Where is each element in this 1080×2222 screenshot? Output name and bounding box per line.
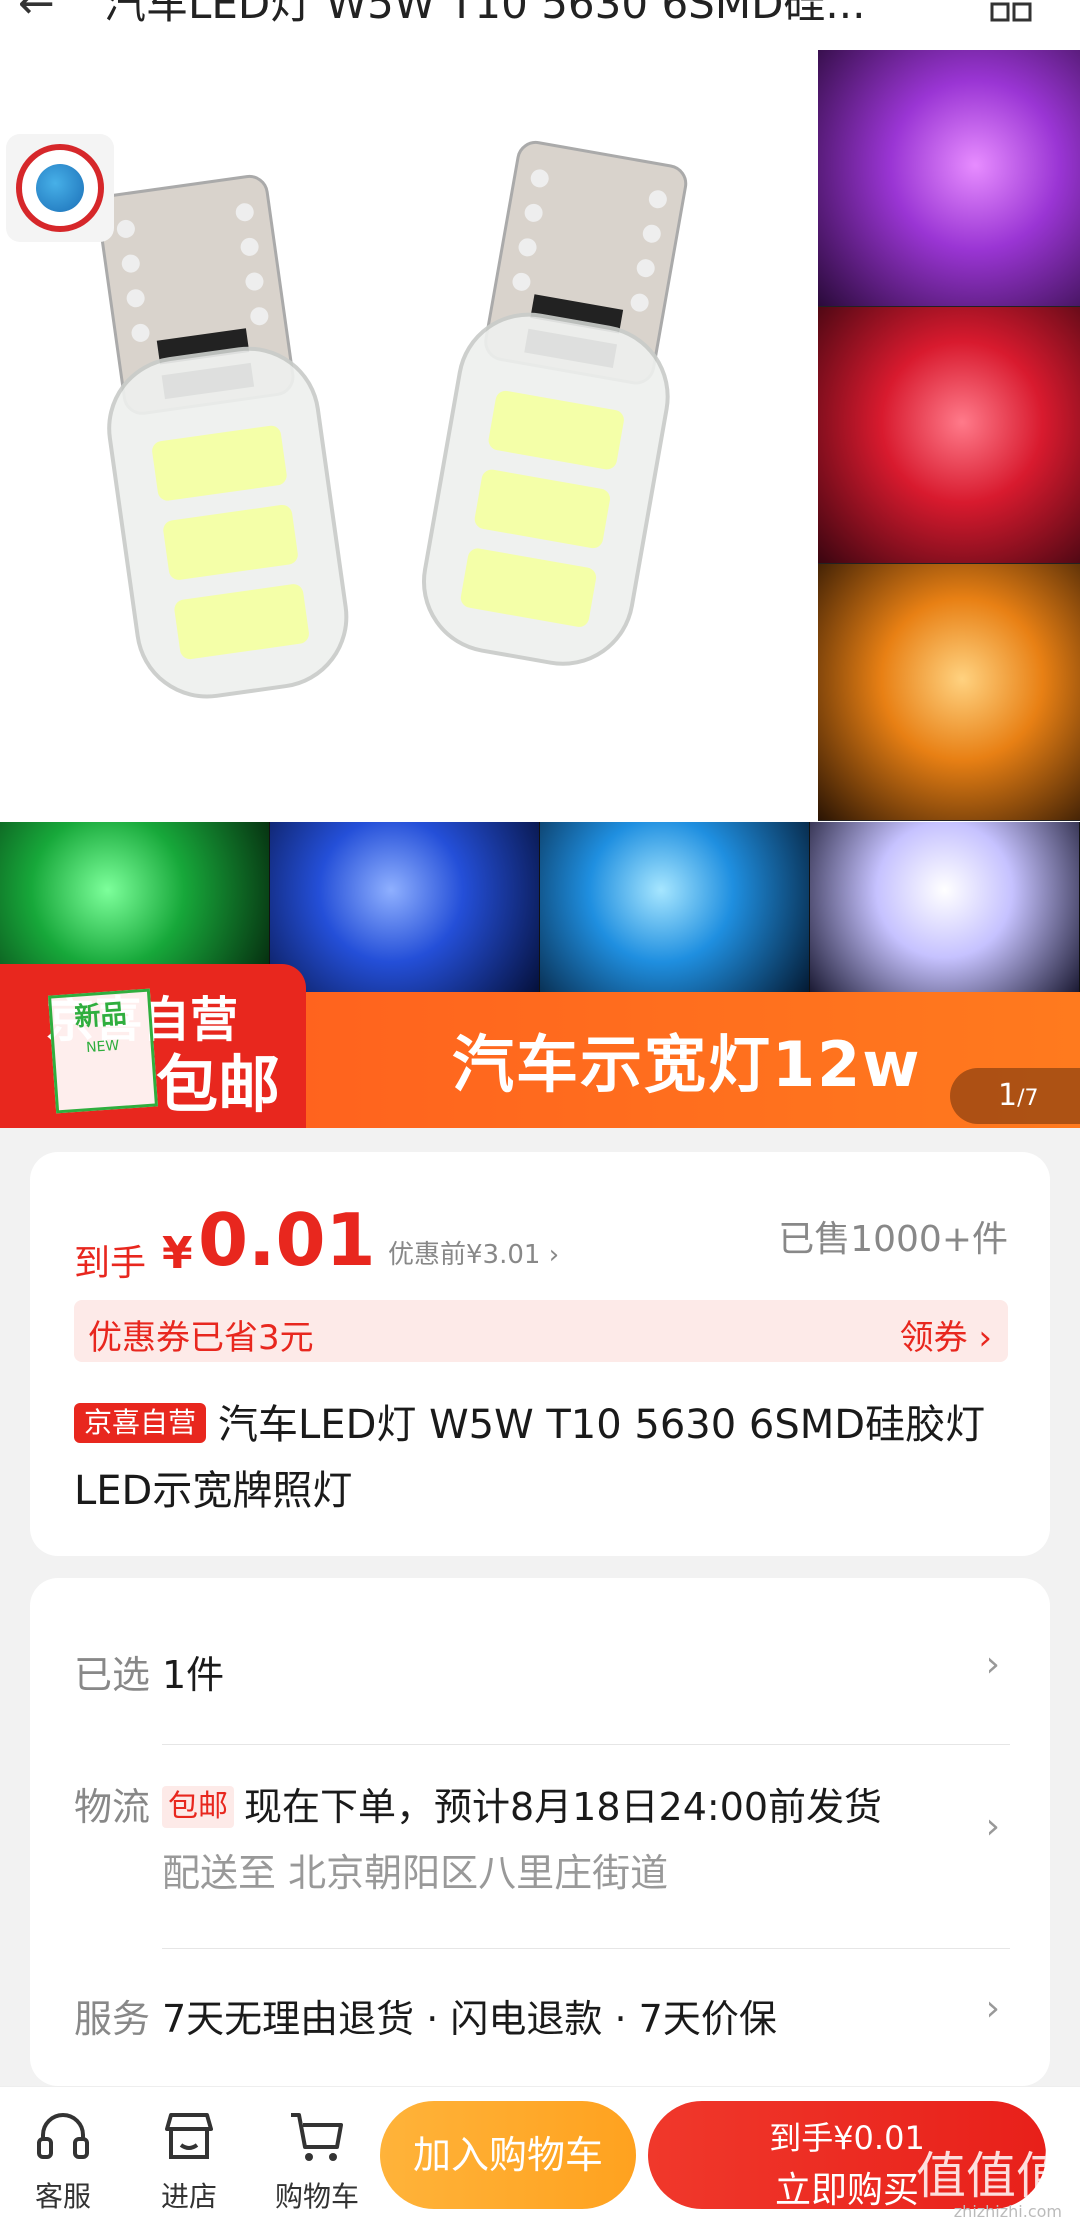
- divider: [162, 1948, 1010, 1949]
- banner-caption: 汽车示宽灯12w: [452, 1028, 922, 1101]
- product-title-text: 汽车LED灯 W5W T10 5630 6SMD硅胶灯LED示宽牌照灯: [74, 1402, 986, 1514]
- currency-symbol: ¥: [162, 1228, 193, 1279]
- customer-service-label: 客服: [34, 2180, 91, 2213]
- store-button[interactable]: 进店: [134, 2105, 244, 2215]
- shipping-label: 物流: [74, 1785, 151, 1829]
- free-shipping-tag: 包邮: [162, 1786, 234, 1828]
- price-card: 到手 ¥ 0.01 优惠前¥3.01 › 已售1000+件 优惠券已省3元 领券…: [30, 1152, 1050, 1556]
- product-image-gallery[interactable]: 京喜自营 包邮 新品 NEW 汽车示宽灯12w 1/7: [0, 50, 1080, 1128]
- red-variant-image: [818, 307, 1080, 564]
- counter-current: 1: [998, 1078, 1018, 1113]
- led-bulbs-image: [97, 140, 688, 699]
- main-product-image: [0, 50, 818, 822]
- customer-service-button[interactable]: 客服: [8, 2105, 118, 2215]
- purple-variant-image: [818, 50, 1080, 307]
- headset-icon: [37, 2113, 89, 2159]
- self-operated-badge: 京喜自营: [74, 1403, 207, 1443]
- chevron-right-icon[interactable]: ›: [986, 1988, 1000, 2029]
- blue-variant-image: [270, 822, 540, 992]
- product-title: 京喜自营 汽车LED灯 W5W T10 5630 6SMD硅胶灯LED示宽牌照灯: [74, 1392, 1024, 1524]
- header-title: 汽车LED灯 W5W T10 5630 6SMD硅...: [104, 0, 866, 28]
- top-header: ← 汽车LED灯 W5W T10 5630 6SMD硅...: [0, 0, 1080, 50]
- chevron-right-icon[interactable]: ›: [986, 1806, 1000, 1847]
- product-page: ← 汽车LED灯 W5W T10 5630 6SMD硅... 包邮 新品 NEW…: [0, 0, 1080, 2222]
- site-watermark: 值值值: [916, 2147, 1066, 2205]
- store-label: 进店: [160, 2180, 217, 2213]
- add-to-cart-button[interactable]: 加入购物车: [380, 2101, 636, 2209]
- store-logo: [6, 134, 114, 242]
- spec-card: 已选 1件 › 物流 包邮 现在下单，预计8月18日24:00前发货 配送至 北京…: [30, 1578, 1050, 2086]
- white-variant-image: [810, 822, 1080, 992]
- delivery-address: 配送至 北京朝阳区八里庄街道: [162, 1851, 669, 1895]
- store-icon: [165, 2113, 213, 2159]
- cart-label: 购物车: [274, 2180, 359, 2213]
- color-variant-column: [818, 50, 1080, 822]
- shopping-cart-icon: [291, 2113, 343, 2161]
- price-amount: 0.01: [198, 1198, 376, 1282]
- back-arrow-icon[interactable]: ←: [18, 0, 55, 29]
- new-stamp-en: NEW: [85, 1037, 120, 1057]
- selected-label: 已选: [74, 1653, 151, 1697]
- orange-variant-image: [818, 564, 1080, 821]
- shipping-info: 包邮 现在下单，预计8月18日24:00前发货: [162, 1776, 882, 1831]
- cart-button[interactable]: 购物车: [262, 2105, 372, 2215]
- ice-blue-variant-image: [540, 822, 810, 992]
- service-text: 7天无理由退货 · 闪电退款 · 7天价保: [162, 1997, 777, 2041]
- shipping-text: 现在下单，预计8月18日24:00前发货: [244, 1785, 883, 1829]
- divider: [162, 1744, 1010, 1745]
- image-counter: 1/7: [950, 1068, 1080, 1124]
- chevron-right-icon[interactable]: ›: [986, 1644, 1000, 1685]
- promo-banner: 京喜自营 包邮 新品 NEW 汽车示宽灯12w 1/7: [0, 964, 1080, 1128]
- new-product-stamp: 新品 NEW: [48, 988, 158, 1114]
- claim-coupon-button[interactable]: 领券 ›: [900, 1310, 992, 1359]
- site-watermark-url: zhizhizhi.com: [953, 2202, 1062, 2221]
- price-prefix: 到手: [74, 1243, 147, 1284]
- banner-free-shipping: 包邮: [156, 1048, 281, 1121]
- service-label: 服务: [74, 1997, 151, 2041]
- selected-value: 1件: [162, 1653, 225, 1697]
- original-price-link[interactable]: 优惠前¥3.01 ›: [388, 1234, 559, 1271]
- sold-count: 已售1000+件: [778, 1219, 1008, 1260]
- new-stamp-text: 新品: [73, 999, 128, 1033]
- coupon-bar[interactable]: 优惠券已省3元 领券 ›: [74, 1300, 1008, 1362]
- coupon-text: 优惠券已省3元: [88, 1318, 314, 1358]
- share-icon[interactable]: [986, 0, 1036, 32]
- counter-total: /7: [1017, 1086, 1039, 1111]
